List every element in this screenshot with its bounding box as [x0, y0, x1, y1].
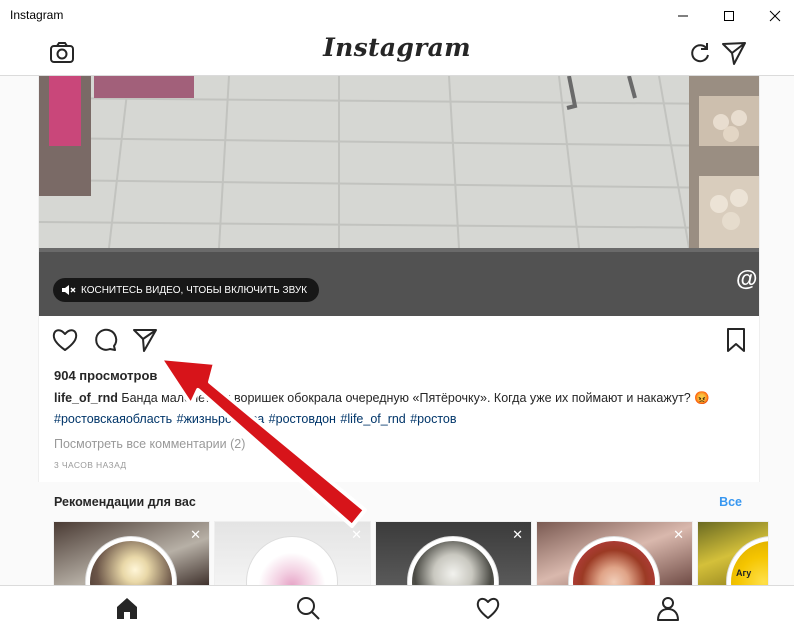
app-header: Instagram: [0, 32, 794, 76]
search-icon[interactable]: [295, 595, 321, 621]
home-icon[interactable]: [114, 595, 140, 621]
post-caption: life_of_rnd Банда малолетних воришек обо…: [54, 390, 744, 407]
feed[interactable]: КОСНИТЕСЬ ВИДЕО, ЧТОБЫ ВКЛЮЧИТЬ ЗВУК @ 9…: [0, 76, 794, 585]
video-watermark: @: [736, 266, 758, 291]
close-window-button[interactable]: [752, 0, 794, 32]
view-all-comments-link[interactable]: Посмотреть все комментарии (2): [54, 437, 245, 451]
dismiss-icon[interactable]: ✕: [512, 527, 523, 543]
maximize-button[interactable]: [706, 0, 752, 32]
unmute-hint-text: КОСНИТЕСЬ ВИДЕО, ЧТОБЫ ВКЛЮЧИТЬ ЗВУК: [81, 284, 308, 296]
see-all-link[interactable]: Все: [719, 495, 742, 509]
recommendation-card[interactable]: Агу: [697, 521, 769, 585]
minimize-icon: [678, 15, 688, 17]
post-hashtags[interactable]: #ростовскаяобласть #жизньростова #ростов…: [54, 412, 457, 426]
view-count[interactable]: 904 просмотров: [54, 368, 157, 383]
dismiss-icon[interactable]: ✕: [351, 527, 362, 543]
profile-icon[interactable]: [655, 595, 681, 621]
heart-icon[interactable]: [51, 326, 79, 354]
recommendations-title: Рекомендации для вас: [54, 495, 196, 509]
post-video[interactable]: КОСНИТЕСЬ ВИДЕО, ЧТОБЫ ВКЛЮЧИТЬ ЗВУК @: [39, 76, 759, 316]
direct-icon[interactable]: [721, 40, 747, 66]
caption-text: Банда малолетних воришек обокрала очеред…: [121, 391, 710, 405]
caption-username[interactable]: life_of_rnd: [54, 391, 118, 405]
bottom-navigation: [0, 585, 794, 629]
window-title: Instagram: [10, 8, 64, 22]
window-titlebar: Instagram: [0, 0, 794, 32]
dismiss-icon[interactable]: ✕: [190, 527, 201, 543]
post-actions: [39, 326, 759, 358]
refresh-icon[interactable]: [687, 40, 713, 66]
recommendation-card[interactable]: ✕: [536, 521, 693, 585]
recommendation-card[interactable]: ✕: [53, 521, 210, 585]
recommendation-card[interactable]: ✕: [375, 521, 532, 585]
comment-icon[interactable]: [91, 326, 119, 354]
muted-speaker-icon: [62, 285, 76, 295]
post-timestamp: 3 ЧАСОВ НАЗАД: [54, 460, 127, 470]
minimize-button[interactable]: [660, 0, 706, 32]
close-icon: [769, 10, 781, 22]
share-icon[interactable]: [131, 326, 159, 354]
unmute-hint[interactable]: КОСНИТЕСЬ ВИДЕО, ЧТОБЫ ВКЛЮЧИТЬ ЗВУК: [53, 278, 320, 302]
maximize-icon: [724, 11, 734, 21]
instagram-logo: Instagram: [323, 33, 471, 62]
recommendation-card[interactable]: ✕: [214, 521, 371, 585]
card-partial-label: Агу: [736, 568, 752, 578]
activity-icon[interactable]: [475, 595, 501, 621]
post-card: КОСНИТЕСЬ ВИДЕО, ЧТОБЫ ВКЛЮЧИТЬ ЗВУК @ 9…: [38, 76, 760, 482]
bookmark-icon[interactable]: [722, 326, 750, 354]
dismiss-icon[interactable]: ✕: [673, 527, 684, 543]
